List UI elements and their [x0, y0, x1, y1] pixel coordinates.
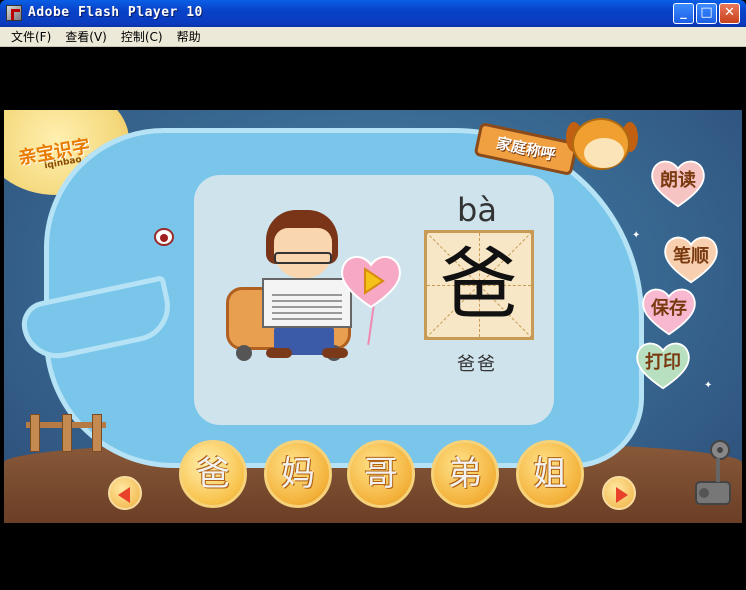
dad-glasses — [274, 252, 332, 264]
menu-file[interactable]: 文件(F) — [4, 28, 58, 45]
stroke-order-button[interactable]: 笔顺 — [662, 234, 720, 284]
next-arrow-button[interactable] — [602, 476, 636, 510]
print-button[interactable]: 打印 — [634, 340, 692, 390]
lesson-word: 爸爸 — [457, 354, 497, 375]
dad-shoe — [322, 348, 348, 358]
stroke-order-label: 笔顺 — [673, 246, 709, 267]
menu-view[interactable]: 查看(V) — [58, 28, 114, 45]
play-button[interactable] — [339, 253, 403, 309]
menu-help[interactable]: 帮助 — [170, 28, 208, 45]
pinyin-label: bà — [457, 191, 497, 229]
previous-arrow-button[interactable] — [108, 476, 142, 510]
char-button-jie[interactable]: 姐 — [516, 440, 584, 508]
flash-player-icon[interactable] — [6, 5, 22, 21]
character-grid-card: 爸 — [424, 230, 534, 340]
minimize-button[interactable]: _ — [673, 3, 694, 24]
read-aloud-button[interactable]: 朗读 — [649, 158, 707, 208]
save-button[interactable]: 保存 — [640, 286, 698, 336]
print-label: 打印 — [645, 352, 681, 373]
read-aloud-label: 朗读 — [660, 170, 696, 191]
char-button-ba[interactable]: 爸 — [179, 440, 247, 508]
flash-stage[interactable]: 亲宝识字 iqinbao.com ✦ ✦ ✦ ✦ ✦ ✦ bà 爸 爸爸 家庭称… — [4, 110, 742, 523]
menu-bar: 文件(F) 查看(V) 控制(C) 帮助 — [0, 27, 746, 47]
menu-control[interactable]: 控制(C) — [114, 28, 170, 45]
window-title: Adobe Flash Player 10 — [28, 5, 203, 20]
fence-post — [92, 414, 102, 452]
char-button-ge[interactable]: 哥 — [347, 440, 415, 508]
save-label: 保存 — [651, 298, 687, 319]
projector-icon — [695, 440, 731, 505]
dog-face — [584, 138, 624, 168]
dad-shoe — [266, 348, 292, 358]
fence-post — [30, 414, 40, 452]
elephant-eye — [154, 228, 174, 246]
close-button[interactable]: ✕ — [719, 3, 740, 24]
newspaper-text — [272, 290, 342, 320]
star-icon: ✦ — [704, 380, 713, 391]
fence-post — [62, 414, 72, 452]
star-icon: ✦ — [632, 230, 641, 241]
title-bar[interactable]: Adobe Flash Player 10 _ □ ✕ — [0, 0, 746, 27]
sofa-wheel — [236, 345, 252, 361]
lesson-character: 爸 — [439, 240, 518, 330]
maximize-button[interactable]: □ — [696, 3, 717, 24]
char-button-ma[interactable]: 妈 — [264, 440, 332, 508]
char-button-di[interactable]: 弟 — [431, 440, 499, 508]
